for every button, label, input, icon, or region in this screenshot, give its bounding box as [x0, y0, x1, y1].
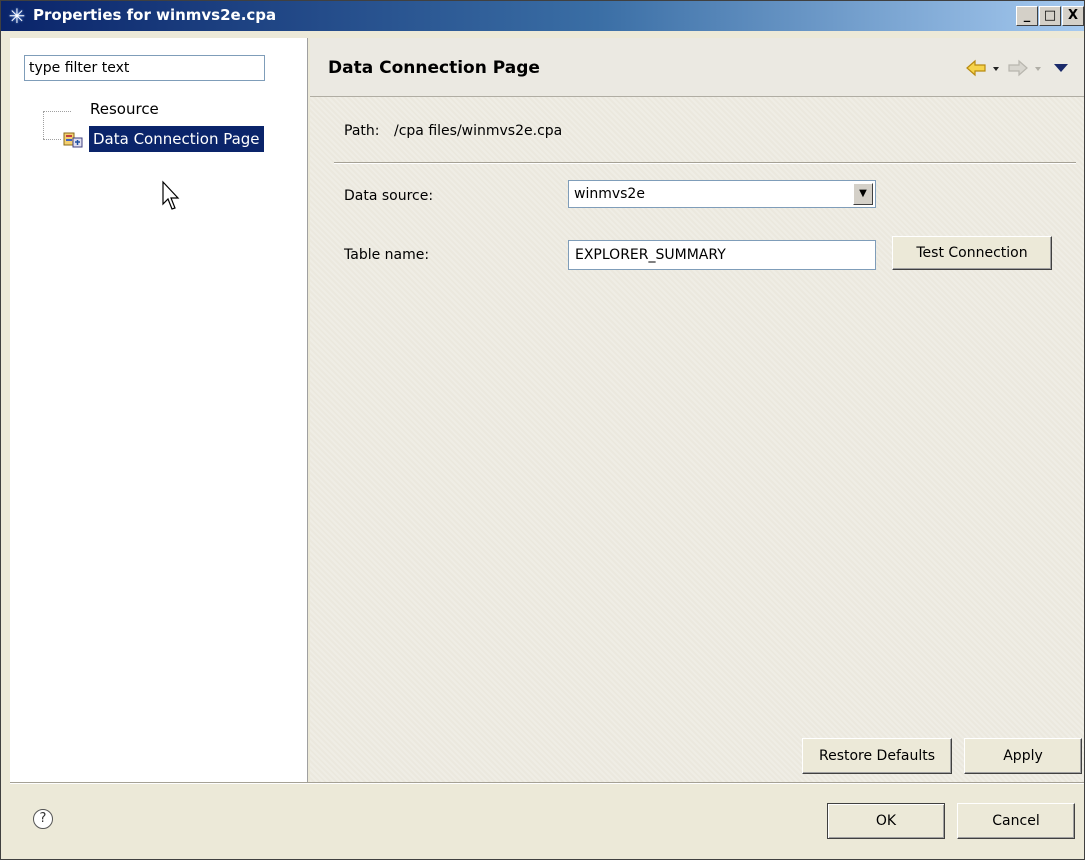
tree-line [43, 139, 61, 140]
help-icon[interactable]: ? [33, 809, 53, 829]
table-name-label: Table name: [344, 247, 430, 263]
tree-line [43, 111, 71, 112]
back-dropdown-icon[interactable] [991, 58, 1001, 78]
tree-pane: Resource Data Connection Page [10, 38, 308, 782]
separator [334, 162, 1076, 164]
back-arrow-icon[interactable] [965, 58, 987, 78]
apply-button[interactable]: Apply [964, 738, 1082, 774]
page-content: Data Connection Page Path: /cpa files/wi… [310, 38, 1084, 782]
data-source-label: Data source: [344, 188, 434, 204]
restore-defaults-button[interactable]: Restore Defaults [802, 738, 952, 774]
properties-dialog: ✳ Properties for winmvs2e.cpa _ □ X Reso… [0, 0, 1085, 860]
tree-item-resource[interactable]: Resource [90, 100, 159, 118]
filter-input[interactable] [24, 55, 265, 81]
dropdown-arrow-icon[interactable]: ▼ [853, 183, 873, 205]
tree-item-label: Data Connection Page [89, 126, 264, 152]
test-connection-button[interactable]: Test Connection [892, 236, 1052, 270]
table-name-input[interactable] [568, 240, 876, 270]
close-button[interactable]: X [1062, 6, 1084, 26]
data-connection-icon [63, 132, 83, 148]
mouse-pointer-icon [162, 180, 180, 210]
path-label: Path: [344, 123, 380, 139]
tree-line [43, 111, 44, 139]
minimize-button[interactable]: _ [1016, 6, 1038, 26]
title-bar[interactable]: ✳ Properties for winmvs2e.cpa _ □ X [1, 1, 1084, 31]
footer-separator [10, 782, 1084, 784]
window-title: Properties for winmvs2e.cpa [33, 6, 277, 24]
cancel-button[interactable]: Cancel [957, 803, 1075, 839]
forward-arrow-icon[interactable] [1007, 58, 1029, 78]
data-source-select[interactable]: winmvs2e ▼ [568, 180, 876, 208]
app-icon: ✳ [8, 4, 26, 28]
path-value: /cpa files/winmvs2e.cpa [394, 123, 563, 139]
maximize-button[interactable]: □ [1039, 6, 1061, 26]
data-source-value: winmvs2e [574, 186, 645, 202]
forward-dropdown-icon[interactable] [1033, 58, 1043, 78]
ok-button[interactable]: OK [827, 803, 945, 839]
page-title: Data Connection Page [328, 58, 540, 78]
menu-triangle-icon[interactable] [1053, 58, 1069, 78]
page-header: Data Connection Page [310, 38, 1084, 97]
